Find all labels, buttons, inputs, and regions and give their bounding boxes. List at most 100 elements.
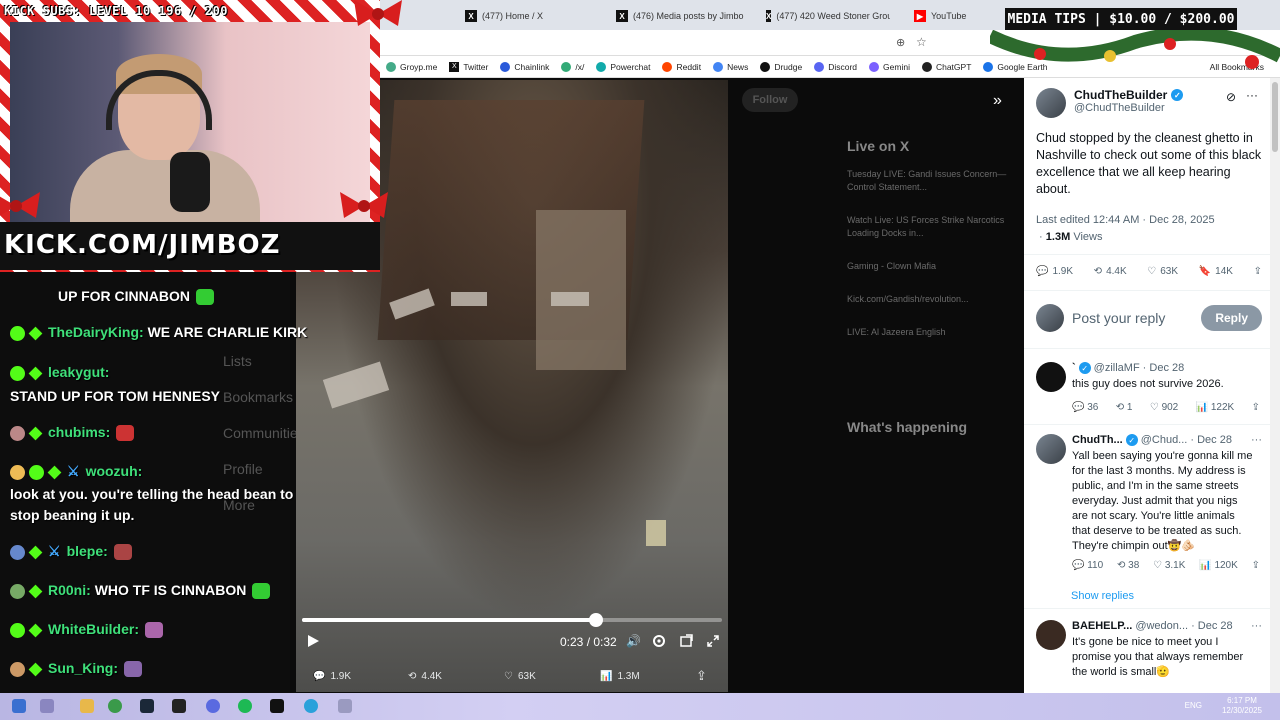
reply-name[interactable]: ChudTh...: [1072, 434, 1123, 446]
follow-button[interactable]: Follow: [742, 88, 798, 112]
reply-item[interactable]: ChudTh... ✓ @Chud... · Dec 28 ··· Yall been…: [1036, 434, 1262, 584]
settings-icon[interactable]: [652, 634, 666, 648]
video-views[interactable]: 📊 1.3M: [600, 671, 640, 682]
reply-likes[interactable]: ♡ 3.1K: [1153, 560, 1185, 571]
video-controls: 0:23 / 0:32 🔊: [296, 600, 728, 660]
avatar[interactable]: [1036, 88, 1066, 118]
chat-username[interactable]: TheDairyKing:: [48, 324, 144, 340]
chrome-icon[interactable]: [108, 699, 122, 713]
author-name[interactable]: ChudTheBuilder ✓: [1074, 88, 1184, 102]
live-item[interactable]: LIVE: Al Jazeera English: [847, 326, 1017, 339]
zoom-icon[interactable]: ⊕: [896, 36, 905, 49]
reply-views[interactable]: 📊 120K: [1199, 560, 1238, 571]
video-progress-bar[interactable]: [302, 613, 722, 627]
chat-username[interactable]: chubims:: [48, 424, 110, 440]
chat-username[interactable]: R00ni:: [48, 582, 91, 598]
avatar[interactable]: [1036, 434, 1066, 464]
file-explorer-icon[interactable]: [80, 699, 94, 713]
avatar[interactable]: [1036, 620, 1066, 650]
browser-tab[interactable]: X (476) Media posts by Jimbo: [616, 6, 764, 26]
reply-views[interactable]: 📊 122K: [1196, 402, 1235, 413]
telegram-icon[interactable]: [304, 699, 318, 713]
tweet-author[interactable]: ChudTheBuilder ✓ @ChudTheBuilder: [1036, 88, 1184, 118]
reply-button[interactable]: 💬 1.9K: [1036, 266, 1073, 277]
spotify-icon[interactable]: [238, 699, 252, 713]
share-icon[interactable]: ⇪: [696, 668, 707, 684]
chat-username[interactable]: blepe:: [67, 543, 108, 559]
reply-item[interactable]: BAEHELP... @wedon... · Dec 28 ··· It's gon…: [1036, 620, 1262, 690]
chat-username[interactable]: leakygut:: [48, 364, 109, 380]
bookmark-label: News: [727, 61, 749, 72]
share-icon[interactable]: ⇪: [1254, 266, 1262, 277]
reply-item[interactable]: ` ✓ @zillaMF · Dec 28 this guy does not sur…: [1036, 362, 1262, 422]
video-scrub-handle[interactable]: [589, 613, 603, 627]
author-handle[interactable]: @ChudTheBuilder: [1074, 102, 1183, 114]
bookmark[interactable]: Powerchat: [590, 61, 656, 72]
chat-username[interactable]: Sun_King:: [48, 660, 118, 676]
bookmark[interactable]: Groyp.me: [380, 61, 443, 72]
browser-tab[interactable]: X (477) Home / X: [465, 6, 605, 26]
reply-input[interactable]: Post your reply: [1072, 310, 1193, 326]
bookmark[interactable]: X Twitter: [443, 61, 494, 72]
bookmark[interactable]: Drudge: [754, 61, 808, 72]
bookmark[interactable]: Discord: [808, 61, 863, 72]
reply-replies[interactable]: 💬 110: [1072, 560, 1103, 571]
browser-tab[interactable]: X (477) 420 Weed Stoner Grou: [766, 6, 890, 26]
bookmark[interactable]: /x/: [555, 61, 590, 72]
share-icon[interactable]: ⇪: [1252, 560, 1260, 571]
chat-username[interactable]: WhiteBuilder:: [48, 621, 139, 637]
bookmark[interactable]: News: [707, 61, 754, 72]
video-reposts[interactable]: ⟲ 4.4K: [408, 671, 442, 682]
more-icon[interactable]: ···: [1251, 620, 1262, 632]
live-item[interactable]: Watch Live: US Forces Strike Narcotics L…: [847, 214, 1017, 240]
live-item[interactable]: Kick.com/Gandish/revolution...: [847, 293, 1017, 306]
bookmark-button[interactable]: 🔖 14K: [1199, 266, 1233, 277]
reply-reposts[interactable]: ⟲ 1: [1116, 402, 1133, 413]
obs-icon[interactable]: [172, 699, 186, 713]
adobe-icon[interactable]: [270, 699, 284, 713]
taskbar-clock[interactable]: 6:17 PM 12/30/2025: [1222, 696, 1262, 716]
bookmark[interactable]: Reddit: [656, 61, 707, 72]
more-icon[interactable]: ···: [1251, 434, 1262, 446]
bookmark[interactable]: Gemini: [863, 61, 916, 72]
live-item[interactable]: Gaming - Clown Mafia: [847, 260, 1017, 273]
live-item[interactable]: Tuesday LIVE: Gandi Issues Concern—Contr…: [847, 168, 1017, 194]
reply-handle[interactable]: @zillaMF: [1094, 362, 1140, 374]
language-indicator[interactable]: ENG: [1185, 701, 1202, 710]
video-likes[interactable]: ♡ 63K: [504, 671, 536, 682]
chat-username[interactable]: woozuh:: [86, 463, 143, 479]
windows-start-icon[interactable]: [12, 699, 26, 713]
reply-reposts[interactable]: ⟲ 38: [1117, 560, 1139, 571]
volume-icon[interactable]: 🔊: [626, 634, 641, 648]
share-icon[interactable]: ⇪: [1252, 402, 1260, 413]
scrollbar-thumb[interactable]: [1272, 82, 1278, 152]
repost-button[interactable]: ⟲ 4.4K: [1094, 266, 1127, 277]
bookmark[interactable]: Chainlink: [494, 61, 555, 72]
reply-handle[interactable]: @wedon...: [1135, 620, 1188, 632]
reply-likes[interactable]: ♡ 902: [1150, 402, 1178, 413]
more-icon[interactable]: ···: [1246, 88, 1258, 102]
expand-panel-icon[interactable]: »: [993, 92, 1002, 110]
show-replies-link[interactable]: Show replies: [1071, 590, 1134, 602]
grok-icon[interactable]: ⊘: [1226, 90, 1236, 104]
edited-timestamp[interactable]: Last edited 12:44 AM · Dec 28, 2025: [1036, 212, 1215, 229]
reply-name[interactable]: `: [1072, 362, 1076, 374]
window-icon[interactable]: [338, 699, 352, 713]
browser-tab[interactable]: ▶ YouTube: [914, 6, 974, 26]
steam-icon[interactable]: [140, 699, 154, 713]
avatar[interactable]: [1036, 362, 1066, 392]
divider: [1024, 348, 1270, 349]
reply-submit-button[interactable]: Reply: [1201, 305, 1262, 331]
bookmark[interactable]: ChatGPT: [916, 61, 977, 72]
reply-name[interactable]: BAEHELP...: [1072, 620, 1132, 632]
reply-handle[interactable]: @Chud...: [1141, 434, 1188, 446]
app-icon[interactable]: [206, 699, 220, 713]
reply-replies[interactable]: 💬 36: [1072, 402, 1098, 413]
popout-icon[interactable]: [679, 634, 693, 648]
verified-badge-icon: [29, 464, 44, 480]
star-icon[interactable]: ☆: [916, 35, 927, 49]
task-view-icon[interactable]: [40, 699, 54, 713]
like-button[interactable]: ♡ 63K: [1147, 266, 1178, 277]
fullscreen-icon[interactable]: [706, 634, 720, 648]
scrollbar[interactable]: [1270, 78, 1280, 693]
